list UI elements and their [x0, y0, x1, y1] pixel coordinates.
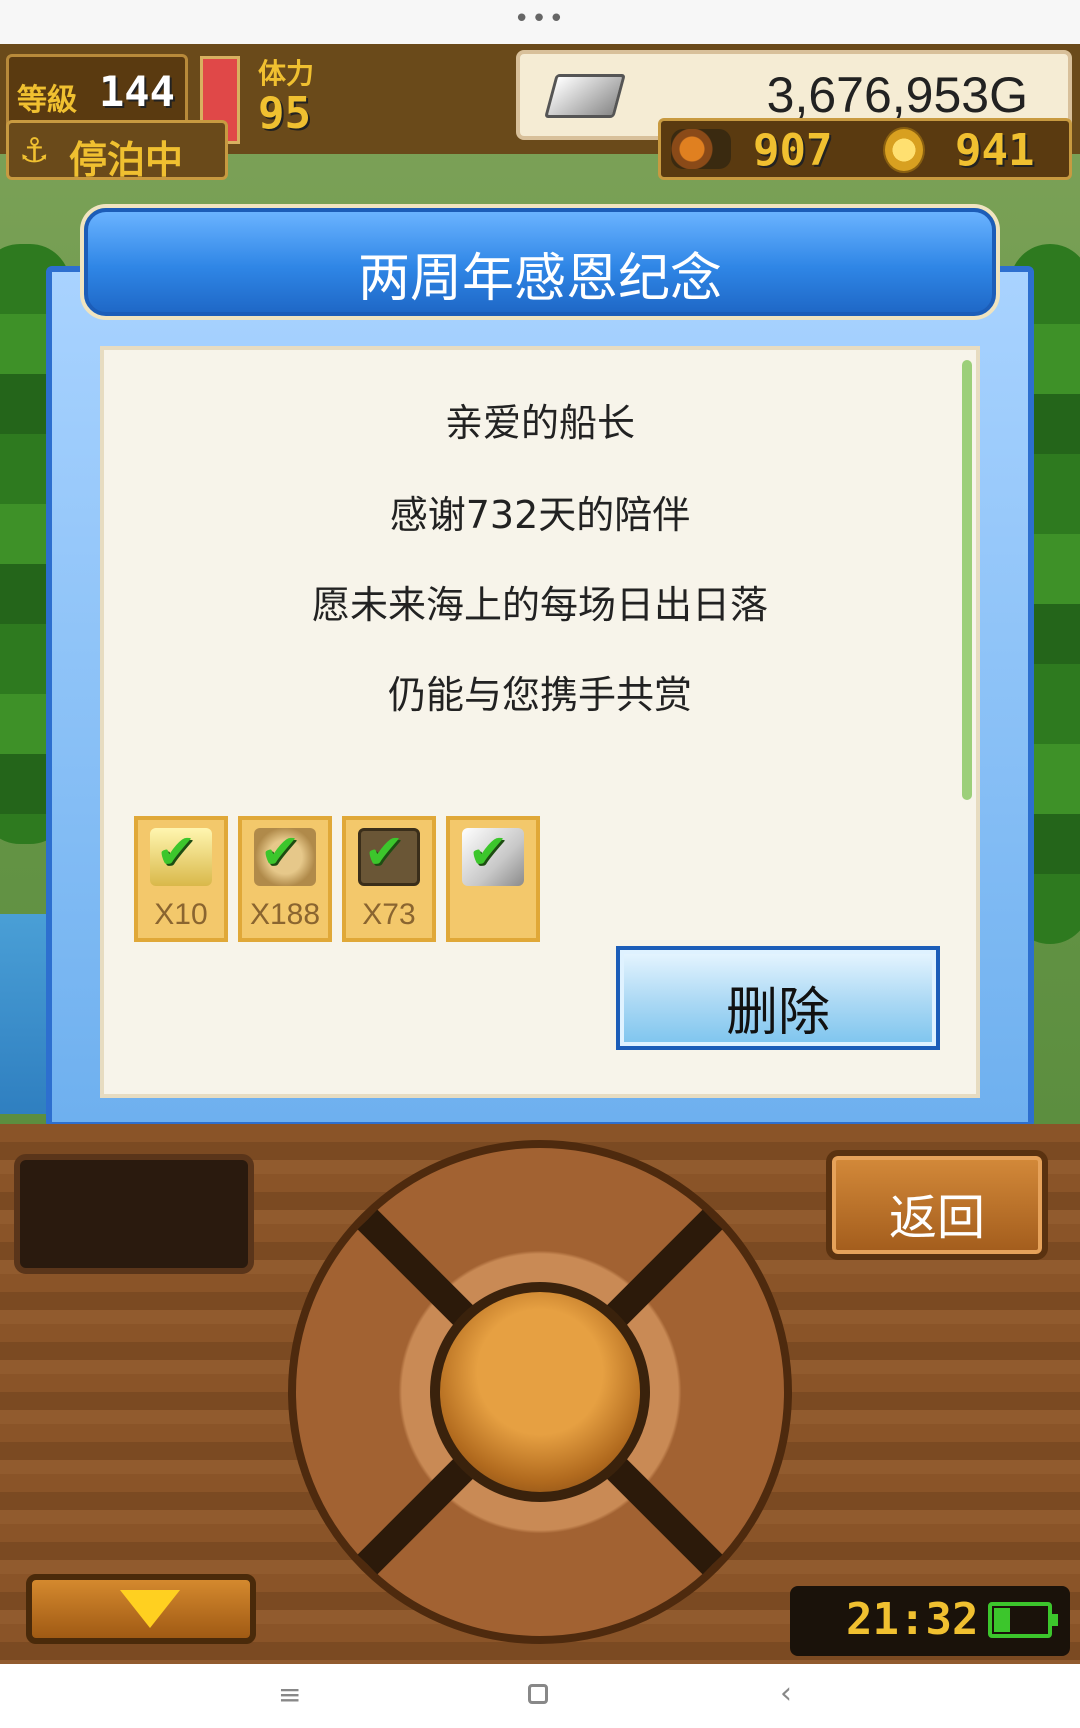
battery-icon: [988, 1602, 1058, 1638]
delete-button[interactable]: 删除: [616, 946, 940, 1050]
level-value: 144: [99, 67, 175, 116]
resource-value-2: 941: [955, 125, 1035, 176]
resource-panel: 907 941: [658, 118, 1072, 180]
level-label: 等級: [17, 83, 77, 118]
message-line: 仍能与您携手共赏: [387, 673, 692, 717]
home-icon[interactable]: [528, 1684, 548, 1704]
cannon-icon: [671, 129, 731, 169]
controller-panel: 返回 21:32: [0, 1124, 1080, 1664]
item-quantity: X188: [249, 898, 321, 931]
delete-button-label: 删除: [725, 983, 830, 1043]
message-line: 感谢732天的陪伴: [389, 493, 691, 537]
dialog-header: 两周年感恩纪念: [84, 208, 996, 316]
stamina-value: 95: [258, 88, 311, 139]
ship-status-text: 停泊中: [69, 138, 184, 182]
stamina-label: 体力: [258, 57, 315, 90]
clock-time: 21:32: [846, 1594, 979, 1645]
gold-coin-icon: [883, 127, 925, 173]
reward-item-box[interactable]: ✔ X73: [342, 816, 436, 942]
back-chevron-icon[interactable]: ‹: [780, 1676, 792, 1711]
gold-value: 3,676,953G: [766, 67, 1028, 123]
anchor-icon: ⚓: [19, 131, 50, 171]
check-icon: ✔: [364, 824, 405, 880]
check-icon: ✔: [260, 824, 301, 880]
check-icon: ✔: [156, 824, 197, 880]
check-icon: ✔: [468, 824, 509, 880]
item-quantity: X73: [362, 898, 416, 931]
back-button-label: 返回: [888, 1190, 985, 1246]
dialog-title: 两周年感恩纪念: [357, 249, 722, 309]
back-button[interactable]: 返回: [826, 1150, 1048, 1260]
reward-item-ingot[interactable]: ✔: [446, 816, 540, 942]
resource-value-1: 907: [753, 125, 833, 176]
ship-status-panel: ⚓ 停泊中: [6, 120, 228, 182]
menu-down-button[interactable]: [26, 1574, 256, 1644]
menu-icon[interactable]: ≡: [278, 1678, 301, 1711]
system-status-bar: •••: [0, 0, 1080, 44]
more-dots-icon[interactable]: •••: [0, 4, 1080, 34]
game-screen: ••• 等級 144 体力 95 3,676,953G ⚓ 停泊中 907 94…: [0, 0, 1080, 1728]
message-line: 愿未来海上的每场日出日落: [311, 583, 768, 627]
battery-tip: [1052, 1614, 1058, 1626]
battery-level: [994, 1608, 1010, 1632]
silver-ingot-icon: [544, 74, 626, 118]
message-line: 亲爱的船长: [444, 401, 635, 445]
reward-item-food[interactable]: ✔ X188: [238, 816, 332, 942]
down-arrow-icon: [120, 1590, 180, 1628]
dpad[interactable]: [288, 1140, 792, 1644]
item-quantity: X10: [154, 898, 208, 931]
mini-screen: [14, 1154, 254, 1274]
reward-item-cake[interactable]: ✔ X10: [134, 816, 228, 942]
dpad-center-button[interactable]: [430, 1282, 650, 1502]
clock-panel: 21:32: [790, 1586, 1070, 1656]
system-nav-bar: ≡ ‹: [0, 1664, 1080, 1728]
